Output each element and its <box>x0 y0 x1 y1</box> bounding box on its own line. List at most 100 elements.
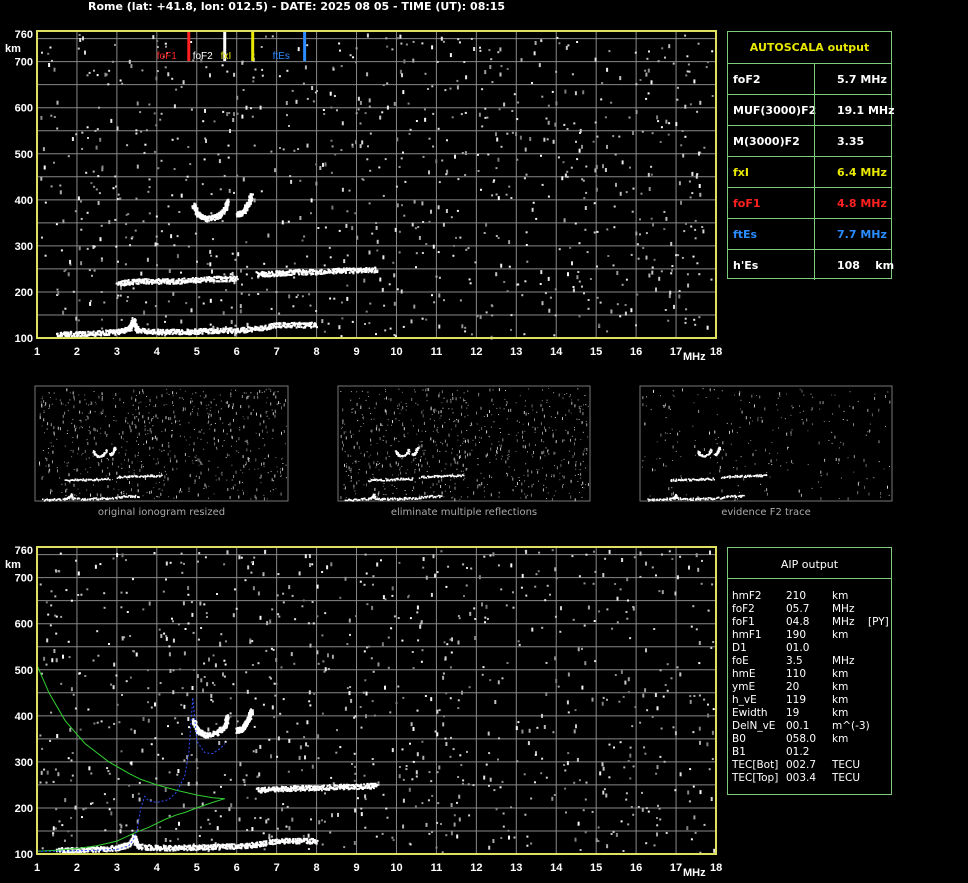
noise-dot <box>648 50 650 53</box>
noise-dot <box>75 559 77 562</box>
echo-point <box>275 841 278 844</box>
noise-dot <box>338 42 341 45</box>
noise-dot <box>593 231 596 234</box>
noise-dot <box>606 844 609 849</box>
noise-dot <box>280 666 283 669</box>
noise-dot <box>286 69 289 72</box>
noise-dot <box>629 746 632 749</box>
noise-dot <box>594 660 597 663</box>
echo-point <box>267 327 270 330</box>
noise-dot <box>610 309 613 314</box>
noise-dot <box>286 805 289 808</box>
noise-dot <box>365 693 368 696</box>
echo-point <box>201 332 204 335</box>
noise-dot <box>430 209 432 214</box>
noise-dot <box>689 196 692 199</box>
noise-dot <box>180 561 183 564</box>
noise-dot <box>700 582 703 585</box>
noise-dot <box>585 165 588 168</box>
noise-dot <box>246 829 249 832</box>
echo-point <box>184 845 187 848</box>
noise-dot <box>245 241 248 244</box>
noise-dot <box>506 290 509 293</box>
noise-dot <box>279 147 281 149</box>
noise-dot <box>169 561 172 564</box>
noise-dot <box>214 809 217 812</box>
noise-dot <box>447 565 450 568</box>
noise-dot <box>495 193 498 196</box>
noise-dot <box>70 779 73 782</box>
noise-dot <box>239 304 242 309</box>
noise-dot <box>216 826 219 831</box>
noise-dot <box>419 624 422 629</box>
noise-dot <box>213 791 216 794</box>
noise-dot <box>150 743 153 746</box>
noise-dot <box>140 130 143 133</box>
noise-dot <box>563 123 566 126</box>
echo-point <box>290 274 293 276</box>
noise-dot <box>333 297 336 300</box>
noise-dot <box>513 836 516 839</box>
noise-dot <box>461 152 464 155</box>
noise-dot <box>567 711 570 714</box>
noise-dot <box>330 562 333 567</box>
noise-dot <box>397 685 400 688</box>
echo-point <box>355 270 358 273</box>
noise-dot <box>207 727 210 732</box>
noise-dot <box>653 258 656 261</box>
noise-dot <box>553 334 556 337</box>
echo-point <box>264 791 267 794</box>
noise-dot <box>50 114 53 117</box>
noise-dot <box>282 601 285 604</box>
noise-dot <box>442 675 445 680</box>
noise-dot <box>547 120 550 125</box>
noise-dot <box>117 777 120 780</box>
echo-trace <box>56 317 318 338</box>
noise-dot <box>540 40 543 43</box>
noise-dot <box>180 193 183 198</box>
noise-dot <box>608 776 611 779</box>
noise-dot <box>431 45 434 50</box>
noise-dot <box>164 66 167 69</box>
noise-dot <box>712 708 715 711</box>
noise-dot <box>456 85 459 90</box>
noise-dot <box>405 768 408 771</box>
noise-dot <box>408 787 411 792</box>
noise-dot <box>160 159 163 162</box>
noise-dot <box>251 640 254 643</box>
y-tick-label: 600 <box>15 103 33 115</box>
echo-point <box>312 785 315 788</box>
noise-dot <box>236 95 239 100</box>
noise-dot <box>584 661 587 666</box>
noise-dot <box>462 563 465 566</box>
noise-dot <box>267 818 270 821</box>
noise-dot <box>282 148 285 151</box>
noise-dot <box>238 817 241 822</box>
noise-dot <box>643 746 646 749</box>
echo-point <box>166 332 168 335</box>
noise-dot <box>244 579 247 582</box>
noise-dot <box>62 310 65 315</box>
noise-dot <box>339 49 341 52</box>
echo-point <box>169 844 171 847</box>
noise-dot <box>711 95 714 97</box>
noise-dot <box>189 163 192 166</box>
noise-dot <box>570 166 573 169</box>
noise-dot <box>61 824 64 827</box>
noise-dot <box>575 724 577 729</box>
noise-dot <box>416 611 419 614</box>
noise-dot <box>173 244 176 247</box>
noise-dot <box>210 193 213 196</box>
noise-dot <box>366 72 369 77</box>
noise-dot <box>484 621 486 624</box>
noise-dot <box>684 104 687 109</box>
noise-dot <box>612 264 615 267</box>
noise-dot <box>278 75 281 78</box>
noise-dot <box>701 226 704 228</box>
echo-point <box>255 328 258 330</box>
noise-dot <box>604 168 607 172</box>
noise-dot <box>642 693 645 698</box>
noise-dot <box>524 813 527 816</box>
noise-dot <box>195 781 198 786</box>
noise-dot <box>422 155 425 158</box>
